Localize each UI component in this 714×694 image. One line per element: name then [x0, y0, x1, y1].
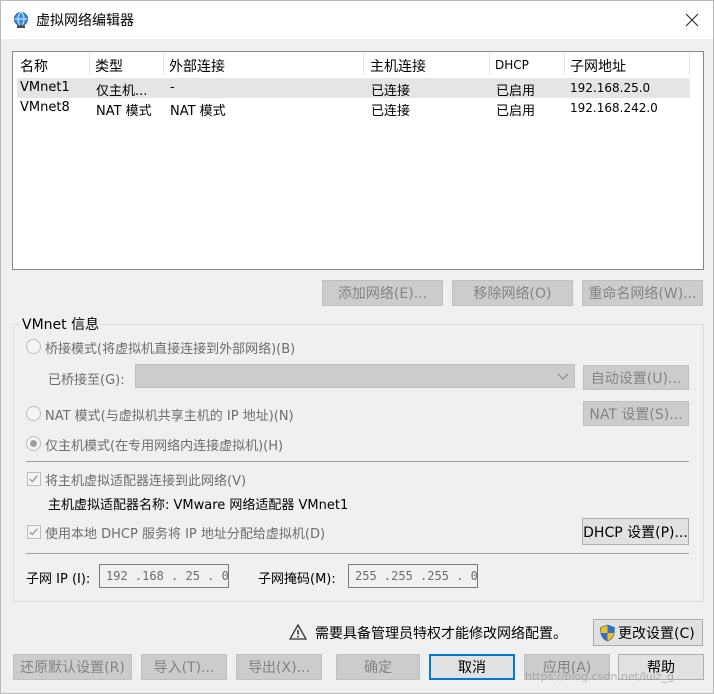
column-header-name[interactable]: 名称 — [20, 56, 48, 76]
divider — [26, 553, 689, 554]
column-header-dhcp[interactable]: DHCP — [495, 58, 529, 72]
rename-network-button[interactable]: 重命名网络(W)... — [582, 280, 703, 306]
list-header: 名称 类型 外部连接 主机连接 DHCP 子网地址 — [13, 52, 703, 76]
subnet-ip-field[interactable]: 192 .168 . 25 . 0 — [99, 564, 229, 588]
watermark: https://blog.csdn.net/lulz_g — [525, 670, 675, 683]
vmnet-info-legend: VMnet 信息 — [20, 314, 102, 334]
change-settings-button[interactable]: 更改设置(C) — [593, 619, 703, 646]
add-network-button[interactable]: 添加网络(E)... — [322, 280, 443, 306]
warning-icon — [289, 624, 307, 640]
cell-name: VMnet8 — [20, 100, 70, 115]
checkmark-icon — [29, 475, 38, 483]
cell-subnet: 192.168.242.0 — [570, 101, 658, 115]
nat-mode-radio[interactable] — [26, 406, 41, 421]
table-row[interactable]: VMnet8 NAT 模式 NAT 模式 已连接 已启用 192.168.242… — [17, 98, 690, 119]
cell-name: VMnet1 — [20, 80, 70, 95]
title-bar: 虚拟网络编辑器 — [1, 1, 713, 39]
restore-defaults-button[interactable]: 还原默认设置(R) — [13, 654, 132, 680]
cell-external: NAT 模式 — [170, 104, 226, 119]
cell-dhcp: 已启用 — [496, 104, 536, 119]
bridged-to-label: 已桥接至(G): — [48, 373, 125, 388]
connect-adapter-label: 将主机虚拟适配器连接到此网络(V) — [45, 474, 247, 489]
bridged-to-select[interactable] — [135, 364, 575, 388]
auto-settings-button[interactable]: 自动设置(U)... — [583, 365, 689, 390]
bridged-mode-radio[interactable] — [26, 339, 41, 354]
globe-network-icon — [14, 12, 28, 28]
uac-shield-icon — [600, 624, 615, 642]
cell-subnet: 192.168.25.0 — [570, 81, 651, 95]
subnet-mask-label: 子网掩码(M): — [258, 572, 336, 587]
cell-type: NAT 模式 — [96, 104, 152, 119]
chevron-down-icon — [557, 373, 569, 380]
cell-type: 仅主机... — [96, 84, 148, 99]
nat-mode-label: NAT 模式(与虚拟机共享主机的 IP 地址)(N) — [45, 409, 294, 424]
use-dhcp-label: 使用本地 DHCP 服务将 IP 地址分配给虚拟机(D) — [45, 527, 326, 542]
table-row[interactable]: VMnet1 仅主机... - 已连接 已启用 192.168.25.0 — [17, 78, 690, 99]
nat-settings-button[interactable]: NAT 设置(S)... — [583, 401, 689, 426]
cell-dhcp: 已启用 — [496, 84, 536, 99]
virtual-network-editor-window: 虚拟网络编辑器 名称 类型 外部连接 主机连接 DHCP 子网地址 VMnet1… — [0, 0, 714, 694]
ok-button[interactable]: 确定 — [336, 654, 420, 680]
network-list[interactable]: 名称 类型 外部连接 主机连接 DHCP 子网地址 VMnet1 仅主机... … — [12, 51, 704, 270]
subnet-mask-field[interactable]: 255 .255 .255 . 0 — [348, 564, 478, 588]
divider — [26, 461, 689, 462]
change-settings-label: 更改设置(C) — [618, 625, 695, 642]
cell-host: 已连接 — [371, 104, 411, 119]
dhcp-settings-button[interactable]: DHCP 设置(P)... — [582, 518, 689, 545]
window-title: 虚拟网络编辑器 — [36, 13, 134, 29]
remove-network-button[interactable]: 移除网络(O) — [452, 280, 573, 306]
use-dhcp-checkbox[interactable] — [27, 525, 41, 539]
cell-external: - — [170, 80, 175, 95]
bridged-mode-label: 桥接模式(将虚拟机直接连接到外部网络)(B) — [45, 342, 296, 357]
checkmark-icon — [29, 528, 38, 536]
cancel-button[interactable]: 取消 — [429, 654, 515, 680]
import-button[interactable]: 导入(T)... — [141, 654, 227, 680]
column-header-host[interactable]: 主机连接 — [370, 56, 426, 76]
close-icon[interactable] — [681, 9, 703, 31]
export-button[interactable]: 导出(X)... — [236, 654, 322, 680]
host-only-mode-label: 仅主机模式(在专用网络内连接虚拟机)(H) — [45, 439, 284, 454]
subnet-ip-label: 子网 IP (I): — [26, 572, 91, 587]
column-header-subnet[interactable]: 子网地址 — [570, 56, 626, 76]
admin-warning-text: 需要具备管理员特权才能修改网络配置。 — [315, 626, 567, 642]
host-only-mode-radio[interactable] — [26, 436, 41, 451]
column-header-type[interactable]: 类型 — [95, 56, 123, 76]
column-header-external[interactable]: 外部连接 — [169, 56, 225, 76]
cell-host: 已连接 — [371, 84, 411, 99]
connect-adapter-checkbox[interactable] — [27, 472, 41, 486]
adapter-name-label: 主机虚拟适配器名称: VMware 网络适配器 VMnet1 — [48, 498, 349, 513]
